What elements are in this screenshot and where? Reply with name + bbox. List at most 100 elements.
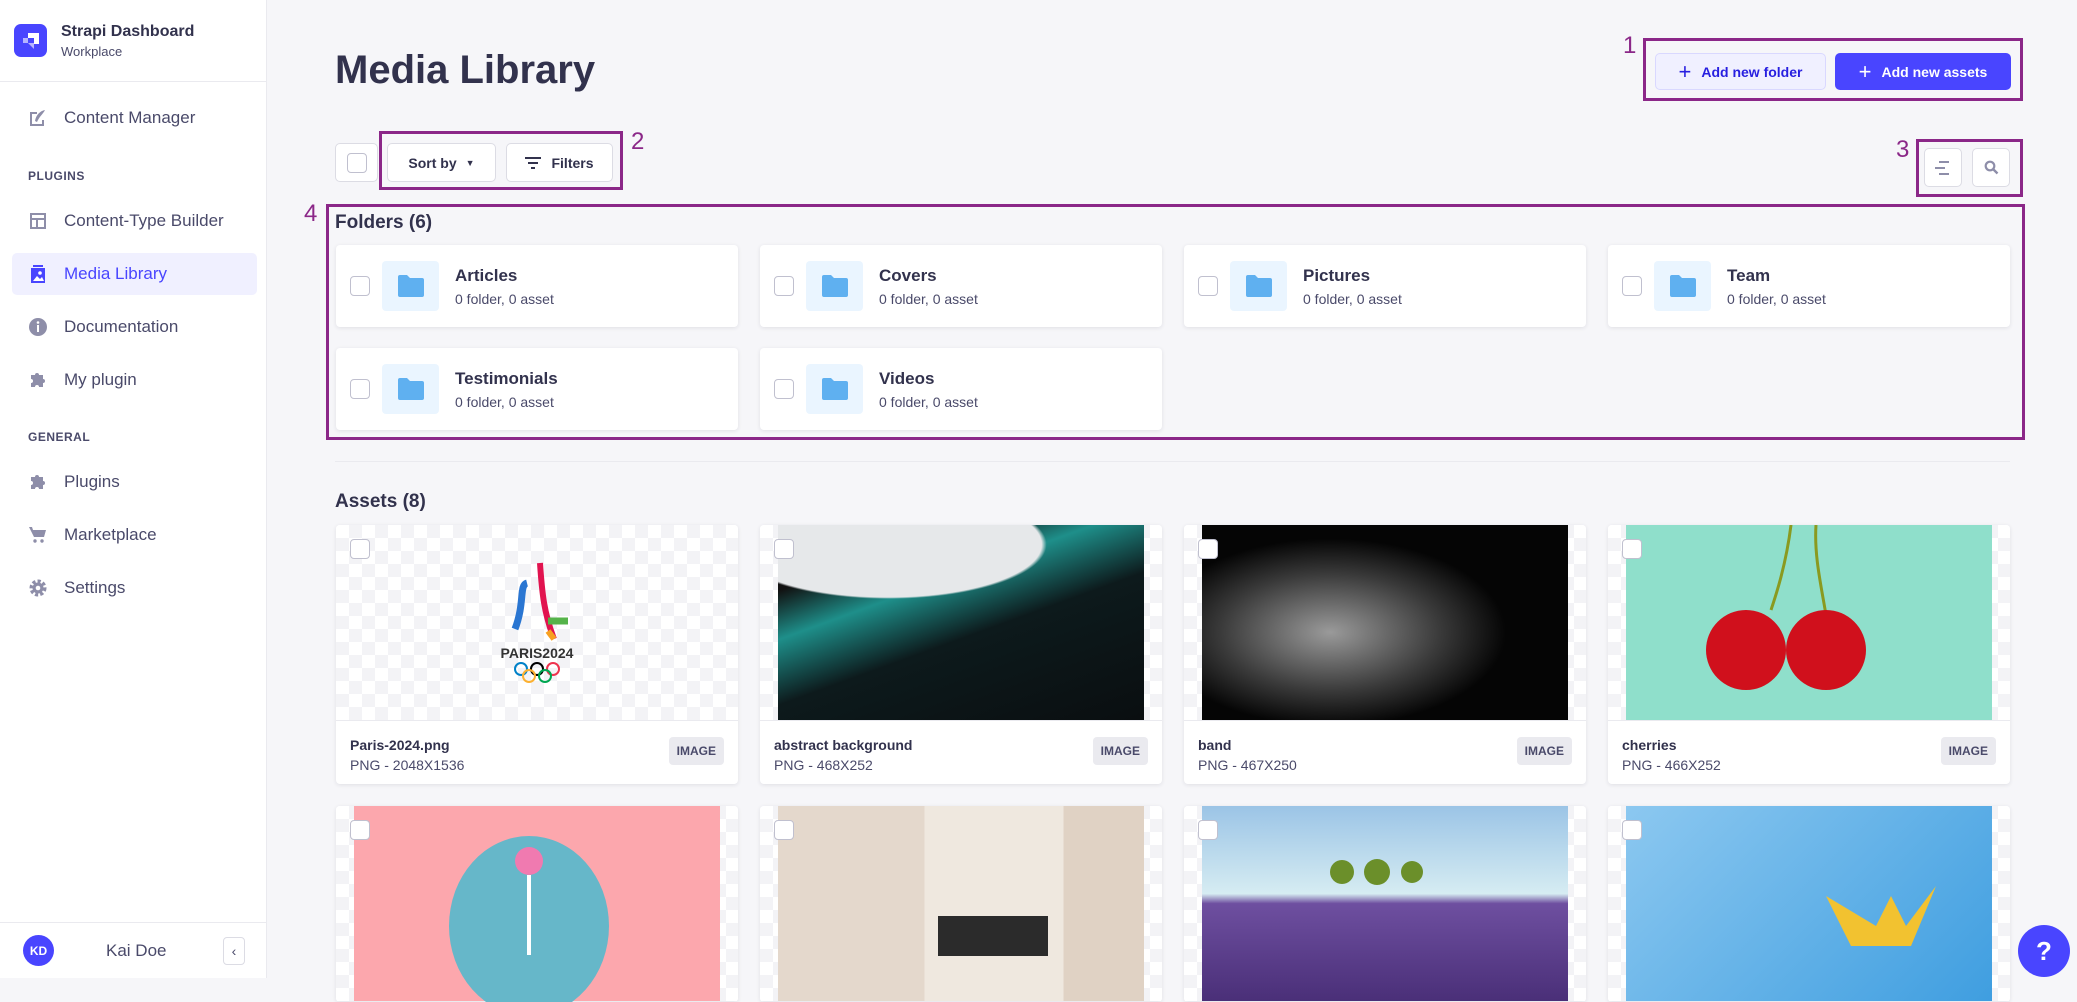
asset-checkbox[interactable] bbox=[350, 820, 370, 840]
asset-card[interactable] bbox=[1608, 806, 2010, 1002]
lollipop-image bbox=[354, 806, 720, 1002]
folder-icon bbox=[1245, 275, 1272, 297]
folder-checkbox[interactable] bbox=[350, 379, 370, 399]
folder-checkbox[interactable] bbox=[774, 276, 794, 296]
avatar[interactable]: KD bbox=[23, 935, 54, 966]
folder-card[interactable]: Articles 0 folder, 0 asset bbox=[336, 245, 738, 327]
asset-card[interactable] bbox=[760, 806, 1162, 1002]
help-button[interactable]: ? bbox=[2018, 925, 2070, 977]
folder-name: Covers bbox=[879, 265, 937, 285]
picture-icon bbox=[31, 265, 45, 283]
asset-type-badge: IMAGE bbox=[1516, 737, 1572, 765]
annotation-label-3: 3 bbox=[1896, 136, 1910, 163]
folder-thumbnail bbox=[806, 261, 863, 311]
chevron-left-icon: ‹ bbox=[231, 942, 237, 959]
asset-thumbnail bbox=[1184, 806, 1586, 1002]
user-name[interactable]: Kai Doe bbox=[106, 941, 166, 961]
asset-info: abstract background PNG - 468X252 IMAGE bbox=[760, 721, 1162, 784]
asset-checkbox[interactable] bbox=[1198, 820, 1218, 840]
info-icon bbox=[29, 318, 47, 336]
gear-icon bbox=[29, 579, 47, 597]
annotation-box-3 bbox=[1916, 139, 2023, 197]
collapse-sidebar-button[interactable]: ‹ bbox=[223, 936, 245, 965]
asset-card[interactable] bbox=[336, 806, 738, 1002]
cherries-image bbox=[1626, 525, 1992, 720]
user-footer: KD Kai Doe ‹ bbox=[0, 922, 267, 978]
folder-thumbnail bbox=[382, 364, 439, 414]
folder-card[interactable]: Pictures 0 folder, 0 asset bbox=[1184, 245, 1586, 327]
folder-meta: 0 folder, 0 asset bbox=[879, 393, 978, 410]
sidebar-item-settings[interactable]: Settings bbox=[12, 567, 257, 609]
folder-meta: 0 folder, 0 asset bbox=[1727, 290, 1826, 307]
asset-card[interactable]: cherries PNG - 466X252 IMAGE bbox=[1608, 525, 2010, 784]
folder-card[interactable]: Testimonials 0 folder, 0 asset bbox=[336, 348, 738, 430]
folder-meta: 0 folder, 0 asset bbox=[455, 393, 554, 410]
sidebar-item-label: Media Library bbox=[64, 264, 167, 283]
brand-title: Strapi Dashboard bbox=[61, 22, 195, 40]
folder-name: Videos bbox=[879, 368, 935, 388]
folder-checkbox[interactable] bbox=[1198, 276, 1218, 296]
asset-card[interactable]: band PNG - 467X250 IMAGE bbox=[1184, 525, 1586, 784]
asset-thumbnail bbox=[760, 525, 1162, 721]
asset-info: Paris-2024.png PNG - 2048X1536 IMAGE bbox=[336, 721, 738, 784]
assets-heading: Assets (8) bbox=[335, 491, 426, 512]
sidebar-item-media-library[interactable]: Media Library bbox=[12, 253, 257, 295]
folder-thumbnail bbox=[1230, 261, 1287, 311]
brand-header: Strapi Dashboard Workplace bbox=[0, 0, 266, 82]
section-divider bbox=[335, 461, 2010, 462]
layout-icon bbox=[30, 213, 46, 229]
folder-icon bbox=[821, 275, 848, 297]
folder-meta: 0 folder, 0 asset bbox=[1303, 290, 1402, 307]
annotation-label-4: 4 bbox=[304, 200, 318, 227]
abstract-background-image bbox=[778, 525, 1144, 720]
sidebar-item-label: Plugins bbox=[64, 472, 120, 491]
annotation-label-2: 2 bbox=[631, 128, 645, 155]
sidebar-item-label: Content Manager bbox=[64, 108, 196, 127]
annotation-box-2 bbox=[379, 131, 623, 190]
select-all-checkbox[interactable] bbox=[346, 152, 367, 173]
folder-thumbnail bbox=[806, 364, 863, 414]
folder-card[interactable]: Covers 0 folder, 0 asset bbox=[760, 245, 1162, 327]
asset-thumbnail bbox=[1608, 806, 2010, 1002]
feather-icon bbox=[30, 110, 45, 126]
sidebar-item-content-type-builder[interactable]: Content-Type Builder bbox=[12, 200, 257, 242]
asset-thumbnail bbox=[1608, 525, 2010, 721]
paper-boat-image bbox=[1626, 806, 1992, 1001]
folder-card[interactable]: Videos 0 folder, 0 asset bbox=[760, 348, 1162, 430]
folder-checkbox[interactable] bbox=[350, 276, 370, 296]
asset-checkbox[interactable] bbox=[774, 539, 794, 559]
folders-heading: Folders (6) bbox=[335, 212, 433, 233]
asset-thumbnail bbox=[1184, 525, 1586, 721]
paris-2024-logo: PARIS2024 bbox=[336, 525, 738, 720]
asset-type-badge: IMAGE bbox=[1092, 737, 1148, 765]
folder-checkbox[interactable] bbox=[1622, 276, 1642, 296]
asset-card[interactable] bbox=[1184, 806, 1586, 1002]
asset-checkbox[interactable] bbox=[1198, 539, 1218, 559]
sidebar-item-label: Settings bbox=[64, 578, 126, 597]
living-room-image bbox=[778, 806, 1144, 1001]
asset-card[interactable]: PARIS2024 Paris-2024.png PNG - 2048X1536… bbox=[336, 525, 738, 784]
asset-type-badge: IMAGE bbox=[1940, 737, 1996, 765]
asset-info: band PNG - 467X250 IMAGE bbox=[1184, 721, 1586, 784]
annotation-label-1: 1 bbox=[1623, 32, 1637, 59]
asset-checkbox[interactable] bbox=[350, 539, 370, 559]
puzzle-icon bbox=[31, 373, 45, 387]
asset-checkbox[interactable] bbox=[1622, 820, 1642, 840]
section-plugins: PLUGINS bbox=[28, 169, 85, 183]
select-all-checkbox-wrapper[interactable] bbox=[335, 143, 378, 182]
folder-icon bbox=[397, 275, 424, 297]
asset-checkbox[interactable] bbox=[1622, 539, 1642, 559]
sidebar-item-plugins[interactable]: Plugins bbox=[12, 461, 257, 503]
sidebar-item-content-manager[interactable]: Content Manager bbox=[12, 97, 257, 139]
sidebar-item-documentation[interactable]: Documentation bbox=[12, 306, 257, 348]
folder-icon bbox=[397, 378, 424, 400]
sidebar-item-my-plugin[interactable]: My plugin bbox=[12, 359, 257, 401]
strapi-logo-icon bbox=[14, 24, 47, 57]
folder-thumbnail bbox=[382, 261, 439, 311]
sidebar-item-label: Marketplace bbox=[64, 525, 157, 544]
asset-checkbox[interactable] bbox=[774, 820, 794, 840]
asset-card[interactable]: abstract background PNG - 468X252 IMAGE bbox=[760, 525, 1162, 784]
folder-checkbox[interactable] bbox=[774, 379, 794, 399]
sidebar-item-marketplace[interactable]: Marketplace bbox=[12, 514, 257, 556]
folder-card[interactable]: Team 0 folder, 0 asset bbox=[1608, 245, 2010, 327]
